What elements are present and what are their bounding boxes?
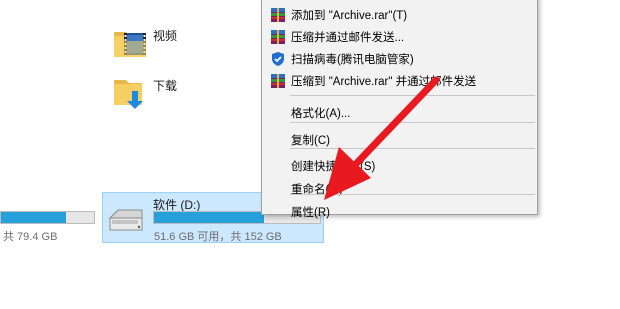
- menu-item-properties[interactable]: 属性(R): [262, 201, 537, 223]
- tencent-shield-icon: [272, 52, 284, 66]
- menu-label-add-to-archive: 添加到 "Archive.rar"(T): [291, 10, 408, 22]
- menu-label-virus-scan: 扫描病毒(腾讯电脑管家): [291, 54, 414, 66]
- menu-item-add-to-archive[interactable]: 添加到 "Archive.rar"(T): [262, 4, 537, 26]
- drive-c-usage-fill: [1, 212, 67, 223]
- menu-item-format[interactable]: 格式化(A)...: [262, 102, 537, 124]
- download-folder-icon: [114, 80, 143, 109]
- winrar-icon: [271, 74, 285, 88]
- menu-label-properties: 属性(R): [291, 207, 330, 219]
- folder-videos-label: 视频: [153, 29, 178, 43]
- explorer-window: 视频 下载 共 79.4 GB 软件 (D:) 51.6 GB 可用，共 152…: [0, 0, 620, 309]
- menu-item-virus-scan[interactable]: 扫描病毒(腾讯电脑管家): [262, 48, 537, 70]
- menu-label-copy: 复制(C): [291, 135, 330, 147]
- winrar-icon: [271, 30, 285, 44]
- drive-d-size-text: 51.6 GB 可用，共 152 GB: [154, 231, 282, 243]
- menu-label-create-shortcut: 创建快捷方式(S): [291, 161, 376, 173]
- menu-item-create-shortcut[interactable]: 创建快捷方式(S): [262, 155, 537, 177]
- menu-separator: [290, 148, 535, 149]
- menu-label-format: 格式化(A)...: [291, 108, 351, 120]
- menu-separator: [290, 95, 535, 96]
- drive-d-usage-fill: [154, 212, 264, 223]
- hard-drive-icon: [108, 209, 143, 231]
- folder-downloads-label: 下载: [153, 79, 178, 93]
- menu-item-compress-to-archive-and-email[interactable]: 压缩到 "Archive.rar" 并通过邮件发送: [262, 70, 537, 92]
- menu-item-rename[interactable]: 重命名(M): [262, 178, 537, 200]
- menu-separator: [290, 122, 535, 123]
- context-menu: 添加到 "Archive.rar"(T) 压缩并通过邮件发送... 扫描病毒(腾…: [261, 0, 538, 219]
- drive-c-size-text: 共 79.4 GB: [3, 231, 58, 243]
- menu-separator: [290, 194, 535, 195]
- menu-item-compress-and-email[interactable]: 压缩并通过邮件发送...: [262, 26, 537, 48]
- winrar-icon: [271, 8, 285, 22]
- drive-c-usage-bar: [0, 211, 95, 224]
- menu-label-compress-to-archive-and-email: 压缩到 "Archive.rar" 并通过邮件发送: [291, 76, 477, 88]
- menu-label-compress-and-email: 压缩并通过邮件发送...: [291, 32, 405, 44]
- folder-videos[interactable]: 视频: [112, 24, 192, 62]
- folder-downloads[interactable]: 下载: [112, 74, 192, 112]
- video-folder-icon: [114, 32, 146, 57]
